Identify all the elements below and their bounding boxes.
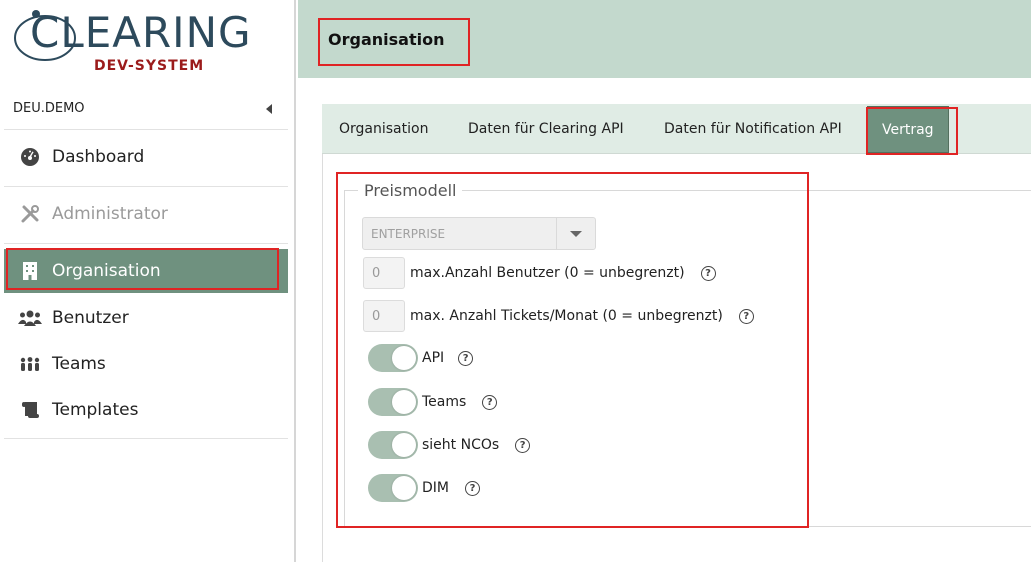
max-users-row: 0 max.Anzahl Benutzer (0 = unbegrenzt) ? [363,257,716,289]
sidebar: CLEARING DEV-SYSTEM DEU.DEMO Dashboard A… [0,0,296,562]
top-header: Organisation [298,0,1031,78]
sidebar-item-benutzer[interactable]: Benutzer [4,295,288,341]
plan-select-value: ENTERPRISE [371,226,446,241]
sidebar-item-label: Administrator [52,204,168,224]
sidebar-item-label: Templates [52,400,139,420]
toggle-row-teams: Teams ? [368,388,498,416]
divider [4,438,288,439]
tools-icon [18,203,42,225]
teams-icon [18,353,42,375]
toggle-label: API [422,350,445,366]
sidebar-item-administrator[interactable]: Administrator [4,191,288,237]
tab-label: Daten für Clearing API [468,121,624,137]
toggle-row-dim: DIM ? [368,474,480,502]
logo[interactable]: CLEARING DEV-SYSTEM [0,0,296,78]
tab-label: Vertrag [882,121,934,138]
sidebar-item-organisation[interactable]: Organisation [4,249,288,293]
divider [4,243,288,244]
help-icon[interactable]: ? [465,480,480,496]
chevron-down-icon [570,230,582,237]
org-code: DEU.DEMO [13,101,85,116]
max-users-label: max.Anzahl Benutzer (0 = unbegrenzt) [410,265,685,281]
toggle-label: DIM [422,480,449,496]
sidebar-item-teams[interactable]: Teams [4,341,288,387]
sidebar-item-label: Dashboard [52,147,145,167]
toggle-knob [392,433,416,457]
plan-select[interactable]: ENTERPRISE [362,217,596,250]
ncos-toggle[interactable] [368,431,418,459]
tab-label: Organisation [339,121,429,137]
logo-subtitle: DEV-SYSTEM [94,58,205,74]
help-icon[interactable]: ? [458,350,474,366]
max-tickets-row: 0 max. Anzahl Tickets/Monat (0 = unbegre… [363,300,754,332]
max-users-input[interactable]: 0 [363,257,405,289]
tab-notification-api[interactable]: Daten für Notification API [664,104,842,154]
toggle-label: Teams [422,394,467,410]
dashboard-gauge-icon [18,146,42,168]
fieldset-border [344,190,345,526]
building-icon [18,260,42,282]
help-icon[interactable]: ? [738,308,754,324]
logo-text: CLEARING [30,8,252,57]
toggle-row-api: API ? [368,344,474,372]
help-icon[interactable]: ? [515,437,531,453]
toggle-knob [392,476,416,500]
app-root: CLEARING DEV-SYSTEM DEU.DEMO Dashboard A… [0,0,1031,562]
toggle-knob [392,390,416,414]
tab-bar: Organisation Daten für Clearing API Date… [322,104,1031,154]
divider [4,186,288,187]
tab-organisation[interactable]: Organisation [339,104,428,154]
sidebar-item-label: Organisation [52,261,161,281]
max-tickets-label: max. Anzahl Tickets/Monat (0 = unbegrenz… [410,308,723,324]
toggle-row-ncos: sieht NCOs ? [368,431,531,459]
collapse-caret-icon[interactable] [266,103,272,114]
tab-vertrag[interactable]: Vertrag [867,106,949,153]
api-toggle[interactable] [368,344,418,372]
sidebar-item-label: Benutzer [52,308,129,328]
teams-toggle[interactable] [368,388,418,416]
toggle-knob [392,346,416,370]
sidebar-item-dashboard[interactable]: Dashboard [4,134,288,180]
org-selector[interactable]: DEU.DEMO [4,88,288,130]
sidebar-item-templates[interactable]: Templates [4,387,288,433]
help-icon[interactable]: ? [700,265,716,281]
section-legend: Preismodell [358,181,463,200]
tab-clearing-api[interactable]: Daten für Clearing API [468,104,624,154]
tab-label: Daten für Notification API [664,121,842,137]
users-icon [18,307,42,329]
dropdown-button[interactable] [556,218,595,249]
help-icon[interactable]: ? [482,394,498,410]
scroll-icon [18,399,42,421]
toggle-label: sieht NCOs [422,437,500,453]
page-title: Organisation [328,30,445,49]
sidebar-item-label: Teams [52,354,106,374]
fieldset-border [344,526,1031,527]
max-tickets-input[interactable]: 0 [363,300,405,332]
dim-toggle[interactable] [368,474,418,502]
